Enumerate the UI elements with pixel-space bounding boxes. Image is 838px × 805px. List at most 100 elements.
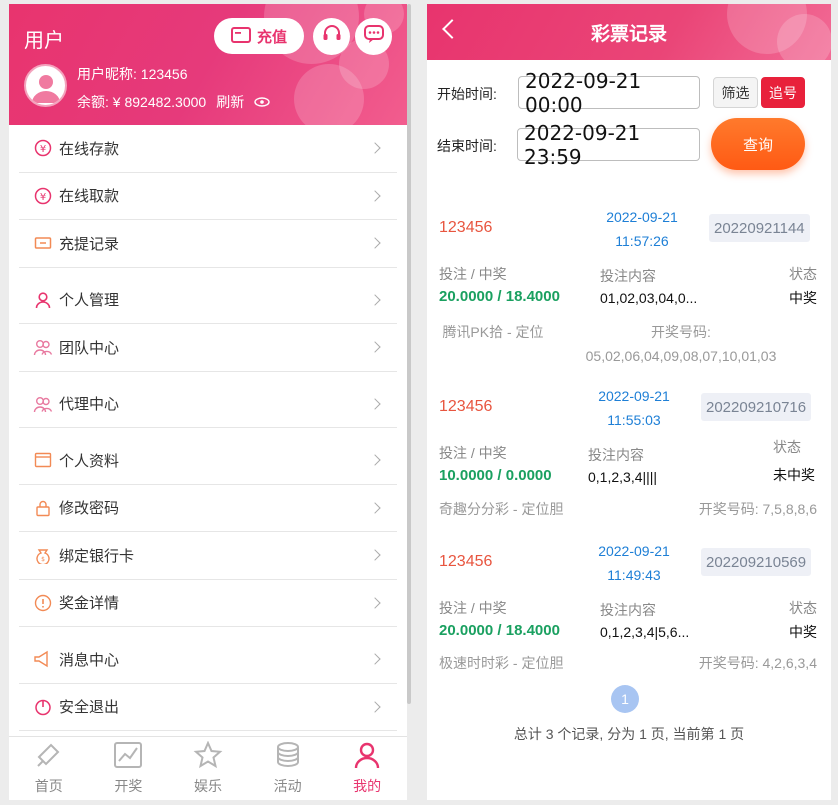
tab-home[interactable]: 首页: [9, 737, 89, 800]
start-time-input[interactable]: 2022-09-21 00:00: [518, 69, 700, 117]
record-time: 11:55:03: [607, 412, 661, 428]
svg-text:$: $: [41, 556, 45, 563]
status-label: 状态: [773, 439, 801, 455]
page-number-button[interactable]: 1: [611, 685, 639, 713]
menu-item-label: 消息中心: [59, 651, 120, 669]
deposit-icon: ¥: [33, 138, 53, 158]
chase-button[interactable]: 追号: [761, 77, 805, 108]
menu-item-label: 安全退出: [59, 699, 120, 717]
eye-icon[interactable]: [254, 94, 270, 110]
record-datetime: 2022-09-21 11:55:03: [579, 384, 689, 432]
menu-item-label: 绑定银行卡: [59, 547, 135, 565]
start-time-label: 开始时间:: [437, 86, 497, 102]
bet-content-label: 投注内容: [588, 447, 644, 463]
lock-icon: [33, 498, 53, 518]
chevron-right-icon: [369, 454, 381, 466]
record-user: 123456: [439, 553, 493, 570]
team-icon: [33, 337, 53, 357]
record-date: 2022-09-21: [598, 543, 670, 559]
recharge-label: 充值: [256, 28, 287, 46]
game-name: 腾讯PK拾 - 定位: [442, 324, 544, 340]
pagination-summary: 总计 3 个记录, 分为 1 页, 当前第 1 页: [513, 726, 745, 742]
customer-service-button[interactable]: [313, 18, 350, 55]
record-user: 123456: [439, 219, 493, 236]
menu-item-team[interactable]: 团队中心: [19, 324, 397, 372]
menu-item-bankcard[interactable]: $ 绑定银行卡: [19, 532, 397, 580]
menu-item-bonus[interactable]: 奖金详情: [19, 580, 397, 627]
tab-person[interactable]: 我的: [327, 737, 407, 800]
tab-chart[interactable]: 开奖: [89, 737, 169, 800]
menu-item-logout[interactable]: 安全退出: [19, 684, 397, 731]
end-time-label: 结束时间:: [437, 138, 497, 154]
filter-button[interactable]: 筛选: [713, 77, 758, 108]
megaphone-icon: [33, 649, 53, 669]
status-label: 状态: [789, 600, 817, 616]
wallet-icon: [230, 26, 251, 47]
avatar[interactable]: [24, 64, 67, 107]
user-avatar-icon: [31, 74, 60, 103]
record-date: 2022-09-21: [598, 388, 670, 404]
bet-win-label: 投注 / 中奖: [439, 600, 507, 616]
bet-win-label: 投注 / 中奖: [439, 445, 507, 461]
menu-item-label: 团队中心: [59, 339, 120, 357]
menu-item-label: 在线存款: [59, 140, 120, 158]
menu-item-label: 代理中心: [59, 396, 120, 414]
chevron-right-icon: [369, 341, 381, 353]
coins-icon: [273, 741, 303, 772]
headset-icon: [321, 23, 343, 50]
chat-bubble-icon: [363, 23, 385, 50]
chevron-right-icon: [369, 294, 381, 306]
menu-item-profile[interactable]: 个人资料: [19, 437, 397, 485]
menu-item-label: 个人管理: [59, 292, 120, 310]
menu-item-withdraw[interactable]: ¥ 在线取款: [19, 173, 397, 220]
bottom-tab-bar: 首页 开奖 娱乐 活动 我的: [9, 736, 407, 800]
menu-group: 个人资料 修改密码 $ 绑定银行卡奖金详情: [9, 437, 407, 636]
svg-text:¥: ¥: [40, 192, 46, 203]
bet-win-amount: 20.0000 / 18.4000: [439, 622, 560, 639]
menu-item-user[interactable]: 个人管理: [19, 277, 397, 324]
bet-content: 0,1,2,3,4|5,6...: [600, 624, 690, 640]
bet-win-amount: 10.0000 / 0.0000: [439, 467, 552, 484]
bonus-icon: [33, 593, 53, 613]
tab-label: 娱乐: [193, 778, 222, 794]
back-icon[interactable]: [442, 19, 462, 39]
chevron-right-icon: [369, 190, 381, 202]
record-user: 123456: [439, 398, 493, 415]
menu-item-records[interactable]: 充提记录: [19, 220, 397, 268]
tab-star[interactable]: 娱乐: [168, 737, 248, 800]
page-title: 用户: [24, 30, 64, 52]
bet-content-label: 投注内容: [600, 602, 656, 618]
menu-item-deposit[interactable]: ¥ 在线存款: [19, 125, 397, 173]
agent-icon: [33, 394, 53, 414]
bankcard-icon: $: [33, 545, 53, 565]
star-icon: [193, 740, 223, 772]
record-issue-badge: 202209210716: [701, 393, 812, 421]
end-time-input[interactable]: 2022-09-21 23:59: [517, 121, 700, 169]
record-issue-badge: 202209210569: [701, 548, 812, 576]
recharge-button[interactable]: 充值: [214, 18, 304, 54]
chevron-right-icon: [369, 653, 381, 665]
menu-item-megaphone[interactable]: 消息中心: [19, 636, 397, 684]
scrollbar[interactable]: [407, 4, 411, 704]
tab-label: 活动: [273, 778, 302, 794]
tab-label: 首页: [34, 778, 63, 794]
menu-item-lock[interactable]: 修改密码: [19, 485, 397, 532]
lottery-records-panel: 彩票记录 开始时间: 2022-09-21 00:00 筛选 追号 结束时间: …: [427, 4, 831, 800]
draw-value: 05,02,06,04,09,08,07,10,01,03: [585, 348, 777, 364]
menu-list: ¥ 在线存款 ¥ 在线取款 充提记录个人管理团队中心代理中心个人资料 修改密码 $ 绑定银行卡…: [9, 125, 407, 740]
bet-win-amount: 20.0000 / 18.4000: [439, 288, 560, 305]
menu-item-agent[interactable]: 代理中心: [19, 381, 397, 428]
chevron-right-icon: [369, 701, 381, 713]
profile-header: 用户 充值 用户昵称: 123456 余额: ¥ 892482.3000 刷新: [9, 4, 407, 125]
refresh-link[interactable]: 刷新: [216, 92, 244, 112]
menu-group: 消息中心 安全退出: [9, 636, 407, 740]
balance-text: 余额: ¥ 892482.3000: [77, 94, 207, 110]
tab-coins[interactable]: 活动: [248, 737, 328, 800]
query-button[interactable]: 查询: [711, 118, 805, 170]
record-date: 2022-09-21: [606, 209, 678, 225]
message-button[interactable]: [355, 18, 392, 55]
records-icon: [33, 233, 53, 253]
chevron-right-icon: [369, 142, 381, 154]
menu-group: 个人管理 团队中心: [9, 277, 407, 381]
draw-numbers: 开奖号码: 05,02,06,04,09,08,07,10,01,03: [577, 320, 785, 368]
